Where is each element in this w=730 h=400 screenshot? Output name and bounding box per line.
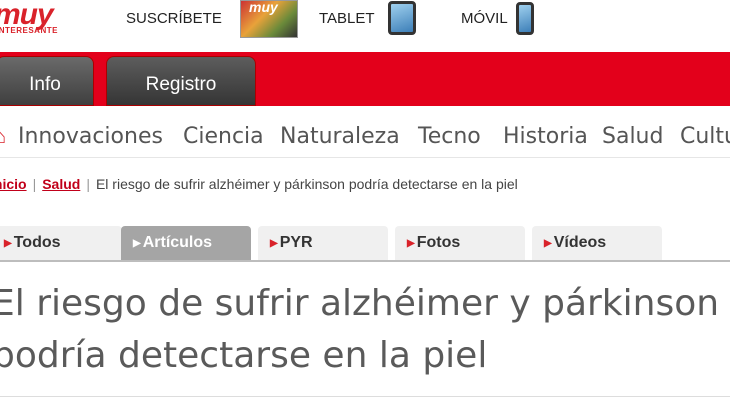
divider	[0, 396, 730, 397]
arrow-right-icon: ▶	[270, 238, 278, 249]
section-nav: ⌂ Innovaciones Ciencia Naturaleza Tecno …	[0, 114, 730, 158]
subscribe-link[interactable]: SUSCRÍBETE	[126, 10, 222, 27]
nav-item-cultura[interactable]: Cultura	[680, 124, 730, 149]
nav-item-naturaleza[interactable]: Naturaleza	[280, 124, 400, 149]
magazine-cover-title: muy	[249, 0, 278, 15]
site-logo[interactable]: muy INTERESANTE	[0, 0, 104, 36]
red-header-band: Info Registro	[0, 52, 730, 106]
tablet-link[interactable]: TABLET	[319, 10, 375, 27]
logo-subtitle: INTERESANTE	[0, 26, 58, 35]
breadcrumb-separator: |	[32, 176, 37, 192]
article-title: El riesgo de sufrir alzhéimer y párkinso…	[0, 278, 730, 382]
breadcrumb-home-link[interactable]: Inicio	[0, 176, 27, 192]
content-tab-articulos[interactable]: ▶ Artículos	[121, 226, 251, 260]
nav-item-salud[interactable]: Salud	[602, 124, 663, 149]
magazine-cover-image[interactable]: muy	[240, 0, 298, 38]
content-tab-label: PYR	[279, 234, 313, 251]
content-tab-label: Artículos	[142, 234, 213, 251]
content-tab-videos[interactable]: ▶ Vídeos	[532, 226, 662, 260]
breadcrumb-section-link[interactable]: Salud	[42, 176, 80, 192]
breadcrumb: Inicio | Salud | El riesgo de sufrir alzhéim…	[0, 176, 518, 192]
content-tabs-divider	[0, 260, 730, 262]
article-title-line: El riesgo de sufrir alzhéimer y párkinso…	[0, 283, 720, 324]
mobile-link[interactable]: MÓVIL	[461, 10, 508, 27]
arrow-right-icon: ▶	[544, 238, 552, 249]
tab-registro[interactable]: Registro	[106, 56, 256, 106]
arrow-right-icon: ▶	[4, 238, 12, 249]
article-title-line: podría detectarse en la piel	[0, 335, 488, 376]
content-tab-pyr[interactable]: ▶ PYR	[258, 226, 388, 260]
content-tab-label: Todos	[13, 234, 61, 251]
arrow-right-icon: ▶	[133, 238, 141, 249]
tablet-icon[interactable]	[388, 1, 416, 35]
arrow-right-icon: ▶	[407, 238, 415, 249]
nav-item-historia[interactable]: Historia	[503, 124, 588, 149]
tab-info[interactable]: Info	[0, 56, 94, 106]
content-tab-label: Vídeos	[553, 234, 607, 251]
home-icon[interactable]: ⌂	[0, 126, 6, 149]
nav-item-tecno[interactable]: Tecno	[418, 124, 481, 149]
mobile-phone-icon[interactable]	[516, 2, 534, 35]
top-bar: muy INTERESANTE SUSCRÍBETE muy TABLET MÓ…	[0, 0, 730, 40]
content-tab-todos[interactable]: ▶ Todos	[0, 226, 122, 260]
breadcrumb-separator: |	[86, 176, 90, 192]
content-tab-label: Fotos	[416, 234, 461, 251]
nav-item-ciencia[interactable]: Ciencia	[183, 124, 264, 149]
breadcrumb-current: El riesgo de sufrir alzhéimer y párkinso…	[95, 176, 518, 192]
content-tab-fotos[interactable]: ▶ Fotos	[395, 226, 525, 260]
nav-item-innovaciones[interactable]: Innovaciones	[18, 124, 163, 149]
